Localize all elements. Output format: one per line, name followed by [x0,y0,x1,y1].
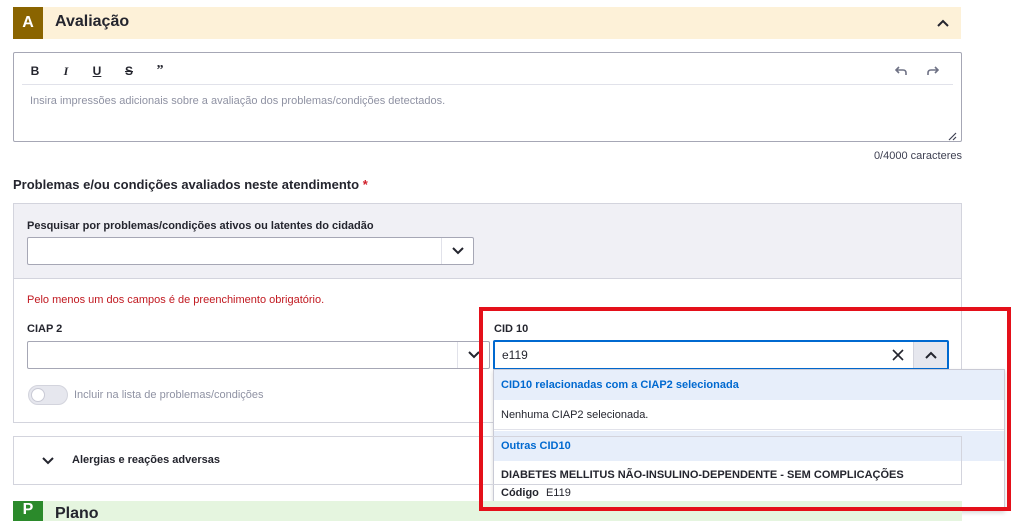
bold-button[interactable]: B [24,61,46,81]
include-problem-toggle[interactable] [28,385,68,405]
chevron-up-icon[interactable] [933,13,953,33]
problem-search-panel: Pesquisar por problemas/condições ativos… [13,203,962,278]
strikethrough-button[interactable]: S [118,61,140,81]
chevron-down-icon[interactable] [38,451,58,471]
section-p-title: Plano [55,505,99,522]
chevron-down-icon[interactable] [441,238,473,264]
cid-label: CID 10 [494,323,529,335]
option-code-value: E119 [545,487,571,499]
error-message: Pelo menos um dos campos é de preenchime… [27,294,325,306]
problem-search-select[interactable] [27,237,474,265]
chevron-down-icon[interactable] [457,342,489,368]
section-p-badge: P [13,501,43,521]
underline-button[interactable]: U [86,61,108,81]
editor-placeholder[interactable]: Insira impressões adicionais sobre a ava… [30,95,445,107]
required-mark: * [362,177,368,192]
section-p-header[interactable]: P Plano [13,501,962,522]
ciap-select[interactable] [27,341,490,369]
resize-handle-icon[interactable] [947,128,957,141]
quote-button[interactable]: ” [149,61,171,81]
allergies-label: Alergias e reações adversas [72,454,220,466]
cid-input-value[interactable]: e119 [502,348,528,362]
section-a-header[interactable]: A Avaliação [13,7,961,39]
cid-search-input[interactable]: e119 [493,340,949,370]
section-a-badge: A [13,7,43,39]
dropdown-group-related: CID10 relacionadas com a CIAP2 seleciona… [494,370,1004,400]
toggle-label: Incluir na lista de problemas/condições [74,389,264,401]
evaluation-editor[interactable]: B I U S ” Insira impressões adicionais s… [13,52,962,142]
problems-title: Problemas e/ou condições avaliados neste… [13,177,368,192]
char-count: 0/4000 caracteres [873,150,962,162]
option-code: Código E119 [501,487,571,499]
problems-title-text: Problemas e/ou condições avaliados neste… [13,177,360,192]
toolbar-divider [22,84,953,85]
italic-button[interactable]: I [55,61,77,81]
redo-icon[interactable] [922,61,944,81]
allergies-panel[interactable]: Alergias e reações adversas [13,436,962,485]
section-a-title: Avaliação [55,13,130,30]
option-code-label: Código [501,487,539,499]
dropdown-empty-item: Nenhuma CIAP2 selecionada. [494,400,1004,430]
chevron-up-icon[interactable] [913,342,947,368]
toggle-knob [31,388,45,402]
undo-icon[interactable] [890,61,912,81]
search-label: Pesquisar por problemas/condições ativos… [27,220,374,232]
ciap-label: CIAP 2 [27,323,63,335]
close-icon[interactable] [889,346,907,364]
